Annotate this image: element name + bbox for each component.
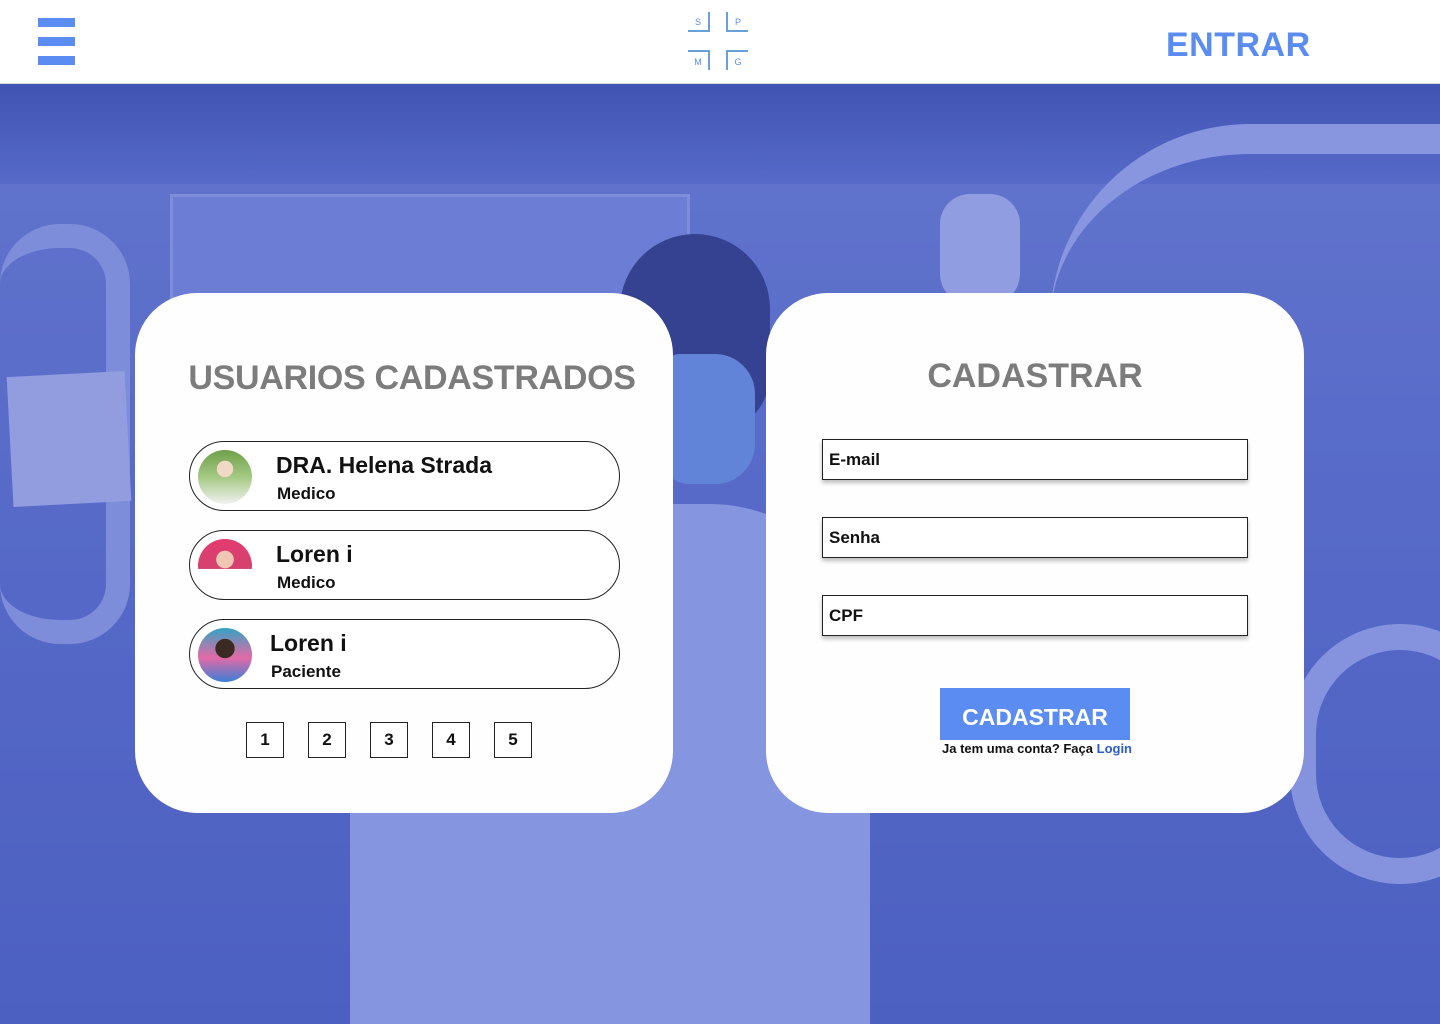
user-list-item[interactable]: DRA. Helena Strada Medico: [189, 441, 620, 511]
logo-letter-g: G: [726, 50, 748, 70]
user-name: DRA. Helena Strada: [276, 452, 493, 478]
user-list-item[interactable]: Loren i Paciente: [189, 619, 620, 689]
register-card-title: CADASTRAR: [927, 357, 1143, 395]
logo-letter-p: P: [726, 12, 748, 32]
top-header: S P M G ENTRAR: [0, 0, 1440, 84]
register-card: CADASTRAR CADASTRAR Ja tem uma conta? Fa…: [766, 293, 1304, 813]
login-hint: Ja tem uma conta? Faça Login: [942, 741, 1132, 756]
logo[interactable]: S P M G: [688, 12, 750, 70]
logo-letter-s: S: [688, 12, 710, 32]
avatar: [198, 539, 252, 593]
avatar: [198, 628, 252, 682]
login-prompt: Ja tem uma conta? Faça: [942, 741, 1093, 756]
login-link[interactable]: Login: [1097, 741, 1132, 756]
avatar: [198, 450, 252, 504]
page-button-3[interactable]: 3: [370, 722, 408, 758]
register-button[interactable]: CADASTRAR: [940, 688, 1130, 740]
users-card-title: USUARIOS CADASTRADOS: [188, 359, 636, 397]
password-field[interactable]: [822, 517, 1248, 558]
page-button-5[interactable]: 5: [494, 722, 532, 758]
user-list-item[interactable]: Loren i Medico: [189, 530, 620, 600]
cpf-field[interactable]: [822, 595, 1248, 636]
user-role: Medico: [277, 573, 336, 592]
registered-users-card: USUARIOS CADASTRADOS DRA. Helena Strada …: [135, 293, 673, 813]
user-name: Loren i: [270, 630, 347, 656]
page-button-4[interactable]: 4: [432, 722, 470, 758]
user-role: Paciente: [271, 662, 341, 681]
logo-letter-m: M: [688, 50, 710, 70]
menu-icon[interactable]: [38, 18, 75, 65]
entrar-link[interactable]: ENTRAR: [1166, 26, 1311, 65]
page-button-1[interactable]: 1: [246, 722, 284, 758]
user-role: Medico: [277, 484, 336, 503]
email-field[interactable]: [822, 439, 1248, 480]
user-name: Loren i: [276, 541, 353, 567]
page-button-2[interactable]: 2: [308, 722, 346, 758]
